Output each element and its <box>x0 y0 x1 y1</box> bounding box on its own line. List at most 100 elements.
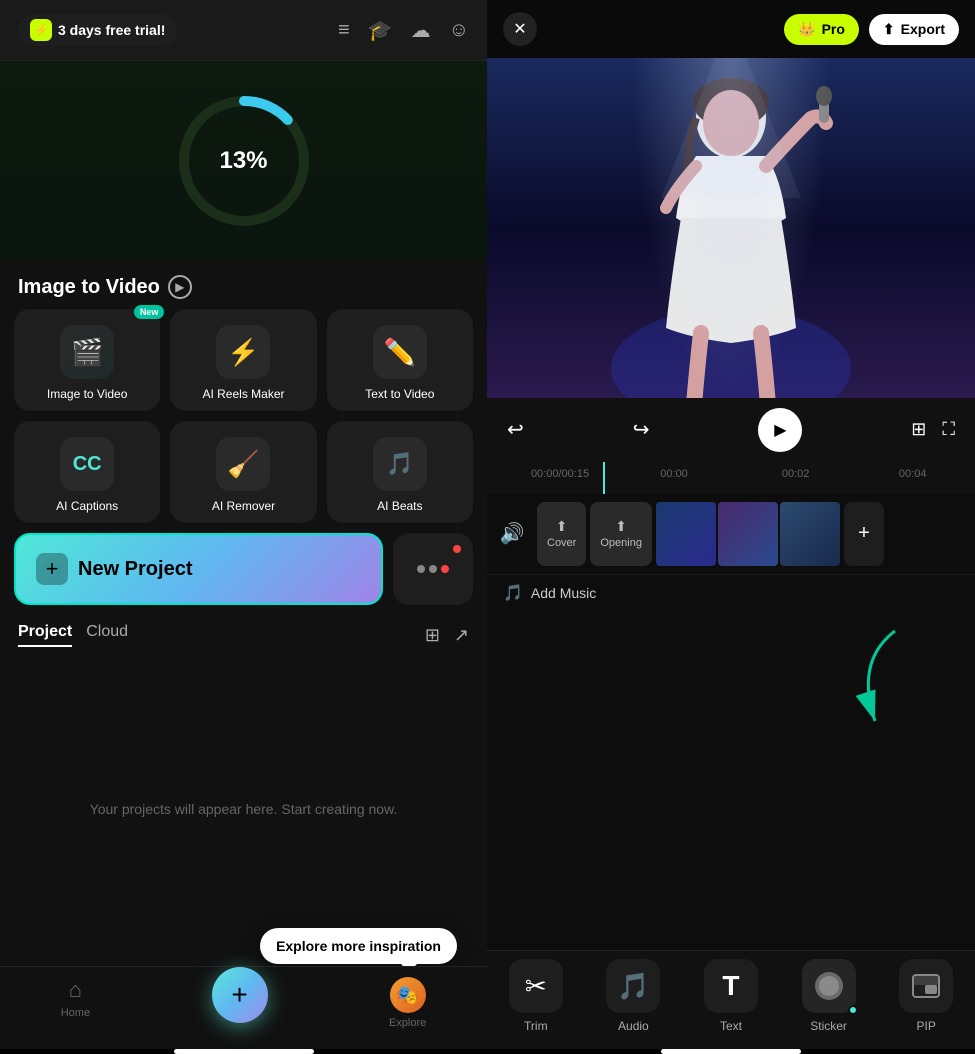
sticker-label: Sticker <box>810 1019 847 1033</box>
tool-pip[interactable]: PIP <box>891 959 961 1033</box>
redo-button[interactable]: ↪ <box>633 417 650 442</box>
opening-icon: ⬆ <box>615 518 627 535</box>
image-to-video-label: Image to Video <box>47 387 128 401</box>
tooltip-text: Explore more inspiration <box>276 938 441 954</box>
ai-card-remover[interactable]: 🧹 AI Remover <box>170 421 316 523</box>
video-controls: ↩ ↪ ▶ ⊞ ⛶ <box>487 398 975 462</box>
audio-icon-wrap: 🎵 <box>606 959 660 1013</box>
tool-trim[interactable]: ✂ Trim <box>501 959 571 1033</box>
explore-avatar: 🎭 <box>390 977 426 1013</box>
tool-audio[interactable]: 🎵 Audio <box>598 959 668 1033</box>
undo-button[interactable]: ↩ <box>507 417 524 442</box>
home-icon: ⌂ <box>69 977 82 1003</box>
create-plus-icon: + <box>231 979 247 1011</box>
menu-icon[interactable]: ≡ <box>338 19 350 42</box>
left-panel: ⚡ 3 days free trial! ≡ 🎓 ☁ ☺ 1 <box>0 0 487 1054</box>
music-note-icon: 🎵 <box>503 583 523 603</box>
mute-button[interactable]: 🔊 <box>487 500 537 568</box>
empty-state-text: Your projects will appear here. Start cr… <box>90 801 398 817</box>
grid-view-icon[interactable]: ⊞ <box>425 625 440 646</box>
progress-circle: 13% <box>174 91 314 231</box>
remover-label: AI Remover <box>212 499 275 513</box>
pro-icon: 👑 <box>798 21 815 38</box>
new-project-plus-icon: + <box>36 553 68 585</box>
tool-text[interactable]: T Text <box>696 959 766 1033</box>
sticker-icon-wrap <box>802 959 856 1013</box>
explore-emoji: 🎭 <box>396 985 418 1006</box>
mute-icon: 🔊 <box>500 521 525 546</box>
export-icon: ⬆ <box>883 21 895 38</box>
captions-icon: CC <box>60 437 114 491</box>
remover-icon: 🧹 <box>216 437 270 491</box>
pro-button[interactable]: 👑 Pro <box>784 14 859 45</box>
new-project-button[interactable]: + New Project <box>14 533 383 605</box>
cover-button[interactable]: ⬆ Cover <box>537 502 586 566</box>
trim-icon: ✂ <box>525 971 547 1002</box>
ai-card-image-to-video[interactable]: New 🎬 Image to Video <box>14 309 160 411</box>
opening-button[interactable]: ⬆ Opening <box>590 502 652 566</box>
thumbnail-1[interactable] <box>656 502 716 566</box>
right-panel: ✕ 👑 Pro ⬆ Export <box>487 0 975 1054</box>
grid-layout-button[interactable]: ⊞ <box>911 419 926 440</box>
header-right: 👑 Pro ⬆ Export <box>784 14 959 45</box>
empty-state: Your projects will appear here. Start cr… <box>0 651 487 966</box>
pip-label: PIP <box>917 1019 936 1033</box>
pip-svg <box>911 971 941 1001</box>
play-icon: ▶ <box>774 420 786 440</box>
video-content <box>487 58 975 398</box>
nav-create-button[interactable]: + <box>212 967 268 1023</box>
time-mark-2: 00:00 <box>617 468 731 488</box>
text-icon: T <box>722 970 739 1002</box>
dot-2 <box>429 565 437 573</box>
captions-label: AI Captions <box>56 499 118 513</box>
info-icon[interactable]: ▶ <box>168 275 192 299</box>
close-button[interactable]: ✕ <box>503 12 537 46</box>
play-button[interactable]: ▶ <box>758 408 802 452</box>
tab-cloud[interactable]: Cloud <box>86 623 128 647</box>
more-button[interactable] <box>393 533 473 605</box>
ai-card-text-to-video[interactable]: ✏️ Text to Video <box>327 309 473 411</box>
education-icon[interactable]: 🎓 <box>368 18 393 43</box>
nav-home[interactable]: ⌂ Home <box>61 977 90 1019</box>
export-button[interactable]: ⬆ Export <box>869 14 959 45</box>
timeline-ruler: 00:00/00:15 00:00 00:02 00:04 <box>487 468 975 488</box>
section-title-row: Image to Video ▶ <box>0 261 487 309</box>
cloud-icon[interactable]: ☁ <box>411 18 431 43</box>
bottom-indicator-right <box>487 1049 975 1054</box>
ai-card-beats[interactable]: 🎵 AI Beats <box>327 421 473 523</box>
total-time: 00:15 <box>562 468 590 480</box>
arrow-area <box>487 611 975 951</box>
text-to-video-icon: ✏️ <box>373 325 427 379</box>
text-label: Text <box>720 1019 742 1033</box>
track-content: ⬆ Cover ⬆ Opening + <box>537 500 975 568</box>
time-mark-6: 00:04 <box>845 468 959 488</box>
more-dots <box>417 565 449 573</box>
expand-button[interactable]: ⛶ <box>942 419 955 440</box>
text-to-video-label: Text to Video <box>365 387 434 401</box>
export-label: Export <box>901 21 945 37</box>
tabs-left: Project Cloud <box>18 623 128 647</box>
video-preview <box>487 58 975 398</box>
indicator-line-left <box>174 1049 314 1054</box>
tabs-right: ⊞ ↗ <box>425 625 469 646</box>
trial-badge[interactable]: ⚡ 3 days free trial! <box>18 14 177 46</box>
timeline-bar: 00:00/00:15 00:00 00:02 00:04 <box>487 462 975 494</box>
tooltip-bubble: Explore more inspiration <box>260 928 457 964</box>
add-clip-button[interactable]: + <box>844 502 884 566</box>
tab-project[interactable]: Project <box>18 623 72 647</box>
add-music-button[interactable]: Add Music <box>531 585 596 601</box>
bottom-toolbar: ✂ Trim 🎵 Audio T Text <box>487 950 975 1049</box>
share-icon[interactable]: ↗ <box>454 625 469 646</box>
beats-icon: 🎵 <box>373 437 427 491</box>
new-badge: New <box>134 305 165 319</box>
nav-explore[interactable]: 🎭 Explore <box>389 977 426 1029</box>
thumbnail-2[interactable] <box>718 502 778 566</box>
tool-sticker[interactable]: Sticker <box>794 959 864 1033</box>
thumbnail-3[interactable] <box>780 502 840 566</box>
ai-card-captions[interactable]: CC AI Captions <box>14 421 160 523</box>
ai-card-reels[interactable]: ⚡ AI Reels Maker <box>170 309 316 411</box>
cover-label: Cover <box>547 537 576 549</box>
pro-label: Pro <box>822 21 845 37</box>
trial-icon: ⚡ <box>30 19 52 41</box>
profile-icon[interactable]: ☺ <box>449 19 469 42</box>
